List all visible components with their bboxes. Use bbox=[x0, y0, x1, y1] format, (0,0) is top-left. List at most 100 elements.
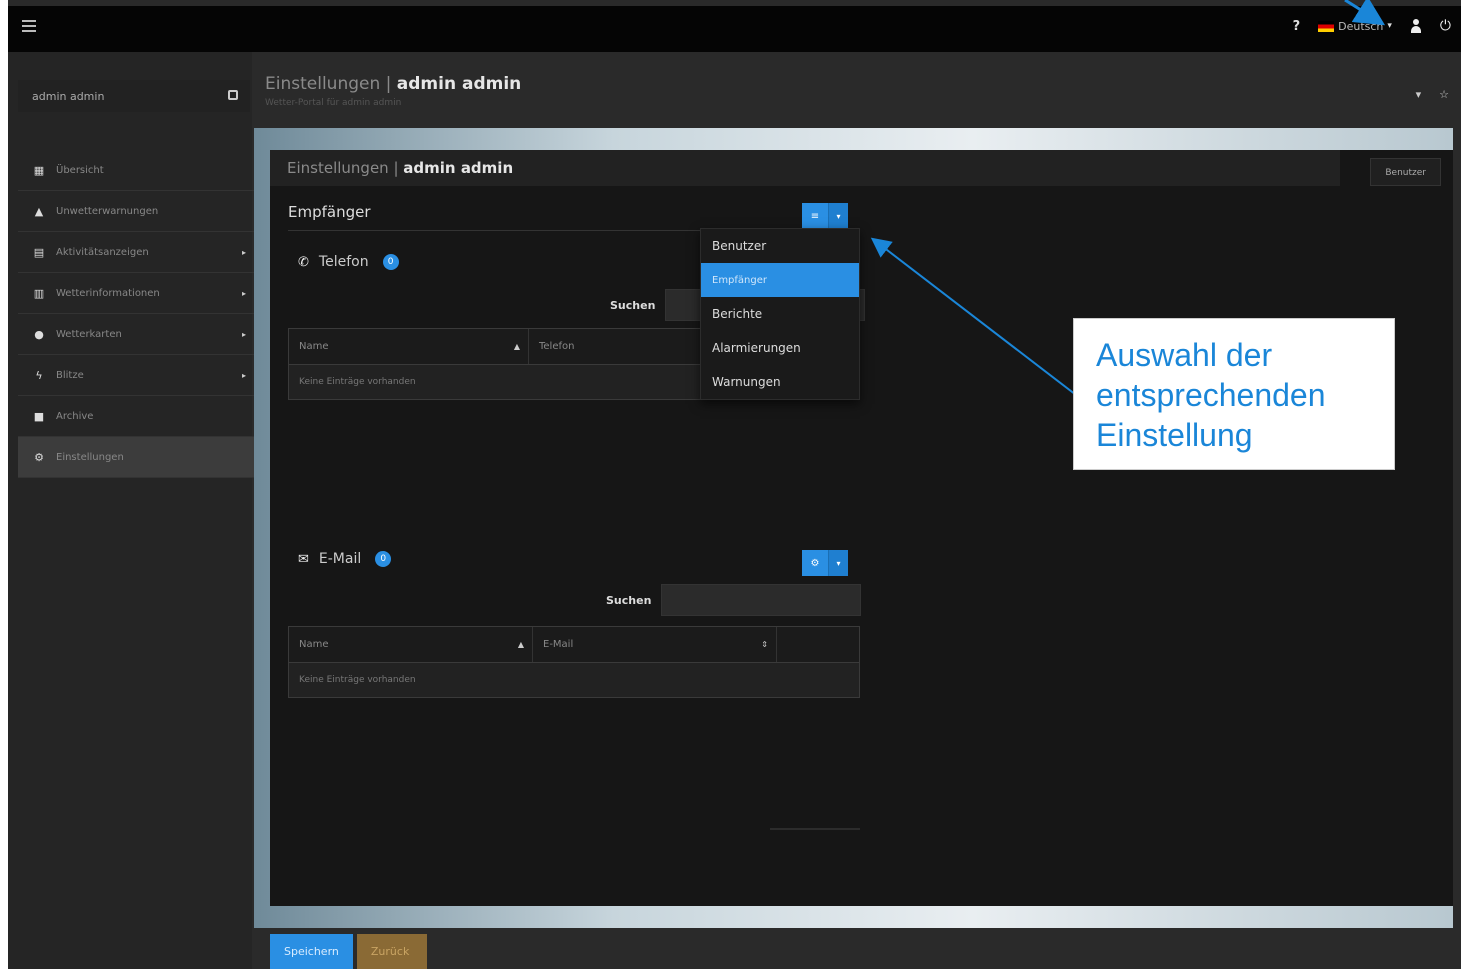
tab-benutzer[interactable]: Benutzer bbox=[1370, 158, 1441, 186]
telefon-count-badge: 0 bbox=[382, 254, 399, 270]
column-header-name[interactable]: Name ▲ bbox=[289, 329, 529, 364]
sidebar-item-archive[interactable]: ■ Archive bbox=[18, 396, 260, 437]
telefon-search-label: Suchen bbox=[610, 298, 656, 312]
email-search: Suchen bbox=[606, 584, 862, 616]
panel-title: Einstellungen | admin admin bbox=[270, 150, 1340, 186]
annotation-line: Auswahl der bbox=[1096, 337, 1273, 373]
sidebar-item-label: Wetterinformationen bbox=[56, 287, 160, 299]
chevron-down-icon[interactable]: ▾ bbox=[1416, 88, 1422, 101]
menu-item-warnungen[interactable]: Warnungen bbox=[701, 365, 859, 399]
table-header: Name ▲ E-Mail ⇕ bbox=[289, 627, 859, 663]
chevron-right-icon: ▸ bbox=[241, 288, 246, 298]
settings-panel: Einstellungen | admin admin Benutzer Emp… bbox=[270, 150, 1453, 906]
flag-de-icon bbox=[1318, 20, 1335, 32]
chevron-right-icon: ▸ bbox=[241, 370, 246, 380]
save-button[interactable]: Speichern bbox=[270, 934, 353, 969]
column-header-actions bbox=[777, 627, 859, 662]
email-action-button[interactable]: ⚙ ▾ bbox=[802, 550, 848, 576]
warning-icon: ▲ bbox=[34, 204, 44, 218]
panel-title-bold: admin admin bbox=[403, 159, 514, 177]
cogs-icon: ⚙ bbox=[34, 450, 44, 464]
chevron-down-icon[interactable]: ▾ bbox=[828, 550, 848, 576]
column-header-label: E-Mail bbox=[543, 639, 574, 650]
sort-asc-icon: ▲ bbox=[517, 640, 524, 649]
bolt-icon: ϟ bbox=[35, 368, 43, 382]
help-button[interactable]: ? bbox=[1293, 19, 1301, 34]
menu-item-alarmierungen[interactable]: Alarmierungen bbox=[701, 331, 859, 365]
sidebar-item-wetterinformationen[interactable]: ▥ Wetterinformationen ▸ bbox=[18, 273, 260, 314]
page-subtitle: Wetter-Portal für admin admin bbox=[265, 98, 402, 108]
page-title-prefix: Einstellungen | bbox=[265, 74, 397, 94]
sidebar-item-uebersicht[interactable]: ▦ Übersicht bbox=[18, 150, 260, 191]
sidebar-item-blitze[interactable]: ϟ Blitze ▸ bbox=[18, 355, 260, 396]
chevron-down-icon: ▾ bbox=[1387, 21, 1392, 31]
sidebar-item-einstellungen[interactable]: ⚙ Einstellungen bbox=[18, 437, 260, 478]
header-tools: ▾ ☆ bbox=[1416, 88, 1449, 101]
phone-icon: ✆ bbox=[298, 254, 309, 270]
panel-title-prefix: Einstellungen | bbox=[287, 159, 404, 177]
dashboard-icon: ▦ bbox=[33, 163, 45, 177]
column-header-name[interactable]: Name ▲ bbox=[289, 627, 533, 662]
sidebar-item-label: Einstellungen bbox=[56, 451, 124, 463]
language-label: Deutsch bbox=[1338, 19, 1384, 33]
archive-icon: ■ bbox=[33, 409, 45, 423]
table-empty-row: Keine Einträge vorhanden bbox=[289, 663, 859, 697]
annotation-line: Einstellung bbox=[1096, 417, 1253, 453]
annotation-callout: Auswahl der entsprechenden Einstellung bbox=[1073, 318, 1395, 470]
cancel-button[interactable]: Zurück bbox=[356, 934, 427, 969]
sort-icon: ⇕ bbox=[761, 640, 768, 649]
sidebar-item-label: Archive bbox=[56, 410, 94, 422]
language-selector[interactable]: Deutsch ▾ bbox=[1318, 20, 1392, 33]
sidebar-item-unwetterwarnungen[interactable]: ▲ Unwetterwarnungen bbox=[18, 191, 260, 232]
sidebar-item-label: Aktivitätsanzeigen bbox=[56, 246, 149, 258]
hamburger-icon[interactable] bbox=[22, 20, 36, 32]
gear-icon[interactable]: ⚙ bbox=[802, 550, 828, 576]
telefon-title: Telefon bbox=[318, 254, 369, 270]
sidebar-item-label: Übersicht bbox=[56, 164, 104, 176]
section-title: Empfänger bbox=[288, 195, 860, 231]
user-box: admin admin bbox=[18, 80, 250, 112]
sort-asc-icon: ▲ bbox=[513, 342, 520, 351]
top-right-tools: ? Deutsch ▾ ⏻ bbox=[1293, 18, 1451, 34]
settings-menu-button[interactable]: ≡ ▾ bbox=[802, 203, 848, 229]
annotation-line: entsprechenden bbox=[1096, 377, 1326, 413]
page-header: Einstellungen | admin admin Wetter-Porta… bbox=[265, 74, 521, 108]
menu-item-berichte[interactable]: Berichte bbox=[701, 297, 859, 331]
star-icon[interactable]: ☆ bbox=[1439, 88, 1449, 101]
column-header-label: Name bbox=[299, 639, 329, 650]
email-search-label: Suchen bbox=[606, 593, 652, 607]
menu-item-empfaenger[interactable]: Empfänger bbox=[701, 263, 859, 297]
sidebar-item-label: Blitze bbox=[56, 369, 84, 381]
menu-item-benutzer[interactable]: Benutzer bbox=[701, 229, 859, 263]
column-header-label: Telefon bbox=[539, 341, 575, 352]
chevron-right-icon: ▸ bbox=[241, 247, 246, 257]
email-search-input[interactable] bbox=[661, 584, 862, 616]
power-icon[interactable]: ⏻ bbox=[1440, 18, 1451, 34]
email-table: Name ▲ E-Mail ⇕ Keine Einträge vorhanden bbox=[288, 626, 860, 698]
top-bar: ? Deutsch ▾ ⏻ bbox=[8, 6, 1461, 52]
sidebar-item-wetterkarten[interactable]: ● Wetterkarten ▸ bbox=[18, 314, 260, 355]
sidebar-item-aktivitaetsanzeigen[interactable]: ▤ Aktivitätsanzeigen ▸ bbox=[18, 232, 260, 273]
table-icon: ▤ bbox=[33, 245, 45, 259]
chart-icon: ▥ bbox=[33, 286, 45, 300]
column-header-label: Name bbox=[299, 341, 329, 352]
email-heading: ✉ E-Mail 0 bbox=[298, 551, 392, 567]
chevron-right-icon: ▸ bbox=[241, 329, 246, 339]
telefon-heading: ✆ Telefon 0 bbox=[298, 254, 399, 270]
user-name: admin admin bbox=[32, 89, 105, 103]
footer-buttons: Speichern Zurück bbox=[270, 934, 427, 969]
envelope-icon: ✉ bbox=[298, 551, 309, 567]
column-header-email[interactable]: E-Mail ⇕ bbox=[533, 627, 777, 662]
user-icon[interactable] bbox=[1410, 19, 1422, 33]
page-title: Einstellungen | admin admin bbox=[265, 74, 521, 94]
settings-dropdown-menu: Benutzer Empfänger Berichte Alarmierunge… bbox=[700, 228, 860, 400]
list-icon[interactable]: ≡ bbox=[802, 203, 828, 229]
app-window: ? Deutsch ▾ ⏻ admin admin ▦ Übersicht ▲ … bbox=[8, 0, 1461, 969]
sidebar-nav: ▦ Übersicht ▲ Unwetterwarnungen ▤ Aktivi… bbox=[18, 150, 260, 478]
chevron-down-icon[interactable]: ▾ bbox=[828, 203, 848, 229]
page-title-bold: admin admin bbox=[396, 74, 522, 94]
sidebar-item-label: Wetterkarten bbox=[56, 328, 122, 340]
sidebar-item-label: Unwetterwarnungen bbox=[56, 205, 159, 217]
email-title: E-Mail bbox=[318, 551, 362, 567]
user-card-icon[interactable] bbox=[228, 90, 238, 100]
